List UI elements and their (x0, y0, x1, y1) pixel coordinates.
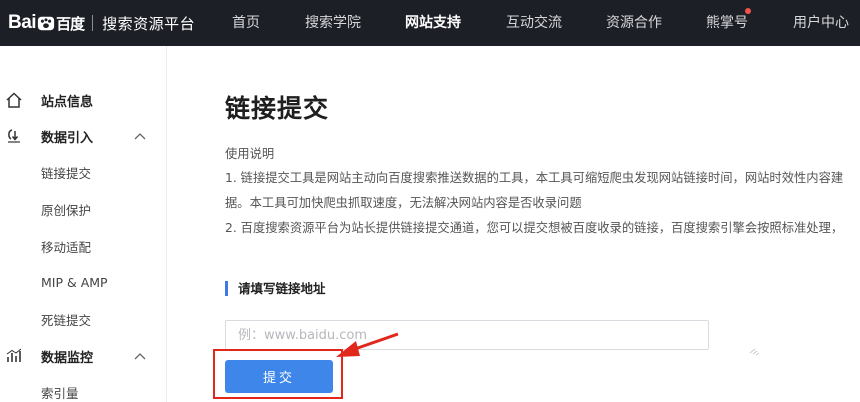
logo-divider (92, 15, 94, 31)
nav-item-resource-cooperation[interactable]: 资源合作 (606, 0, 662, 46)
sidebar-item-dead-link-submit[interactable]: 死链提交 (0, 309, 166, 329)
usage-line-2: 据。本工具可加快爬虫抓取速度，无法解决网站内容是否收录问题 (225, 196, 582, 210)
sidebar-item-mip-amp[interactable]: MIP & AMP (0, 272, 166, 292)
sidebar-group-label: 数据引入 (41, 130, 94, 146)
sidebar-item-label: MIP & AMP (41, 274, 108, 290)
sidebar: 站点信息 数据引入 链接提交 原创保护 移动适配 MIP & AMP 死链提交 … (0, 46, 167, 402)
url-field-label: 请填写链接地址 (225, 281, 326, 296)
sidebar-group-data-import[interactable]: 数据引入 (0, 126, 166, 146)
sidebar-item-label: 死链提交 (41, 312, 92, 328)
nav-item-interaction[interactable]: 互动交流 (506, 0, 562, 46)
sidebar-item-original-protection[interactable]: 原创保护 (0, 199, 166, 219)
usage-line-3: 2. 百度搜索资源平台为站长提供链接提交通道，您可以提交想被百度收录的链接，百度… (225, 221, 844, 235)
submit-button[interactable]: 提交 (225, 360, 333, 393)
usage-line-1: 1. 链接提交工具是网站主动向百度搜索推送数据的工具，本工具可缩短爬虫发现网站链… (225, 171, 844, 185)
sidebar-group-data-monitor[interactable]: 数据监控 (0, 346, 166, 366)
bar-chart-icon (6, 348, 22, 362)
sidebar-item-label: 原创保护 (41, 202, 92, 218)
baidu-paw-icon (37, 16, 55, 31)
logo-text: Bai (8, 12, 37, 33)
home-icon (6, 92, 22, 108)
sidebar-group-label: 数据监控 (41, 350, 94, 366)
chevron-up-icon[interactable] (133, 351, 147, 361)
nav-item-home[interactable]: 首页 (232, 0, 260, 46)
notification-dot (745, 8, 751, 14)
logo-suffix: 百度 (56, 14, 85, 33)
chevron-up-icon[interactable] (133, 131, 147, 141)
sidebar-item-mobile-adaptation[interactable]: 移动适配 (0, 236, 166, 256)
baidu-logo[interactable]: Bai 百度 搜索资源平台 (8, 11, 195, 35)
sidebar-item-link-submit[interactable]: 链接提交 (0, 162, 166, 182)
sidebar-item-site-info[interactable]: 站点信息 (0, 90, 166, 110)
data-import-icon (8, 129, 20, 143)
sidebar-item-label: 站点信息 (41, 94, 94, 110)
platform-name: 搜索资源平台 (102, 14, 196, 33)
nav-item-user-center[interactable]: 用户中心 (793, 0, 849, 46)
nav-item-academy[interactable]: 搜索学院 (305, 0, 361, 46)
sidebar-item-index-volume[interactable]: 索引量 (0, 382, 166, 402)
page-title: 链接提交 (225, 94, 330, 123)
nav-item-xiongzhang[interactable]: 熊掌号 (706, 0, 748, 46)
sidebar-item-label: 移动适配 (41, 239, 92, 255)
url-input[interactable] (225, 320, 709, 350)
nav-item-site-support[interactable]: 网站支持 (405, 0, 461, 46)
usage-heading: 使用说明 (225, 147, 275, 161)
sidebar-item-label: 索引量 (41, 385, 79, 401)
sidebar-item-label: 链接提交 (41, 165, 92, 181)
top-navigation-bar: Bai 百度 搜索资源平台 首页 搜索学院 网站支持 互动交流 资源合作 熊掌号… (0, 0, 860, 46)
cursor-sparkle-icon (749, 348, 760, 356)
main-content: 链接提交 使用说明 1. 链接提交工具是网站主动向百度搜索推送数据的工具，本工具… (167, 46, 860, 402)
